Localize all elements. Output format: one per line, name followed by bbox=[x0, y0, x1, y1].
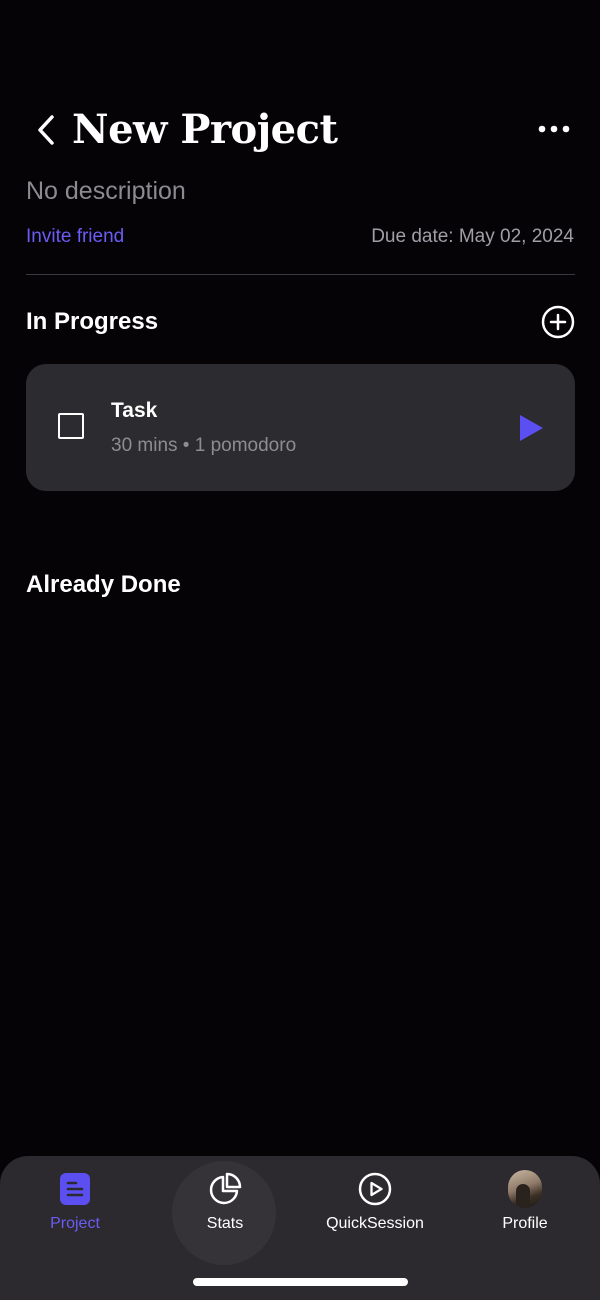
chevron-left-icon bbox=[38, 115, 54, 145]
add-task-button[interactable] bbox=[541, 305, 575, 339]
invite-friend-link[interactable]: Invite friend bbox=[26, 224, 124, 250]
document-icon bbox=[58, 1172, 92, 1206]
tab-stats[interactable]: Stats bbox=[150, 1172, 300, 1242]
header: New Project bbox=[0, 100, 600, 160]
tab-label-profile: Profile bbox=[502, 1215, 548, 1232]
already-done-heading: Already Done bbox=[26, 571, 181, 598]
tab-label-quicksession: QuickSession bbox=[326, 1215, 424, 1232]
due-date[interactable]: Due date: May 02, 2024 bbox=[371, 224, 574, 250]
plus-circle-icon bbox=[541, 305, 575, 339]
task-card[interactable]: Task 30 mins • 1 pomodoro bbox=[26, 364, 575, 491]
play-icon bbox=[520, 415, 543, 441]
tab-label-project: Project bbox=[50, 1215, 100, 1232]
more-horizontal-icon bbox=[538, 125, 570, 133]
tab-quicksession[interactable]: QuickSession bbox=[300, 1172, 450, 1242]
more-options-button[interactable] bbox=[534, 114, 574, 144]
task-checkbox[interactable] bbox=[58, 413, 84, 439]
avatar bbox=[508, 1170, 542, 1208]
in-progress-heading: In Progress bbox=[26, 308, 159, 335]
start-task-button[interactable] bbox=[517, 413, 545, 443]
task-meta: 30 mins • 1 pomodoro bbox=[111, 435, 297, 456]
tab-profile[interactable]: Profile bbox=[450, 1170, 600, 1242]
tab-label-stats: Stats bbox=[206, 1215, 244, 1232]
project-description[interactable]: No description bbox=[26, 174, 186, 208]
pie-chart-icon bbox=[208, 1172, 242, 1206]
home-indicator[interactable] bbox=[193, 1278, 408, 1286]
back-button[interactable] bbox=[30, 110, 62, 150]
divider bbox=[26, 274, 575, 275]
task-title: Task bbox=[111, 399, 158, 422]
play-circle-icon bbox=[358, 1172, 392, 1206]
tab-project[interactable]: Project bbox=[0, 1172, 150, 1242]
avatar-wrapper bbox=[508, 1170, 542, 1208]
page-title: New Project bbox=[72, 106, 338, 153]
